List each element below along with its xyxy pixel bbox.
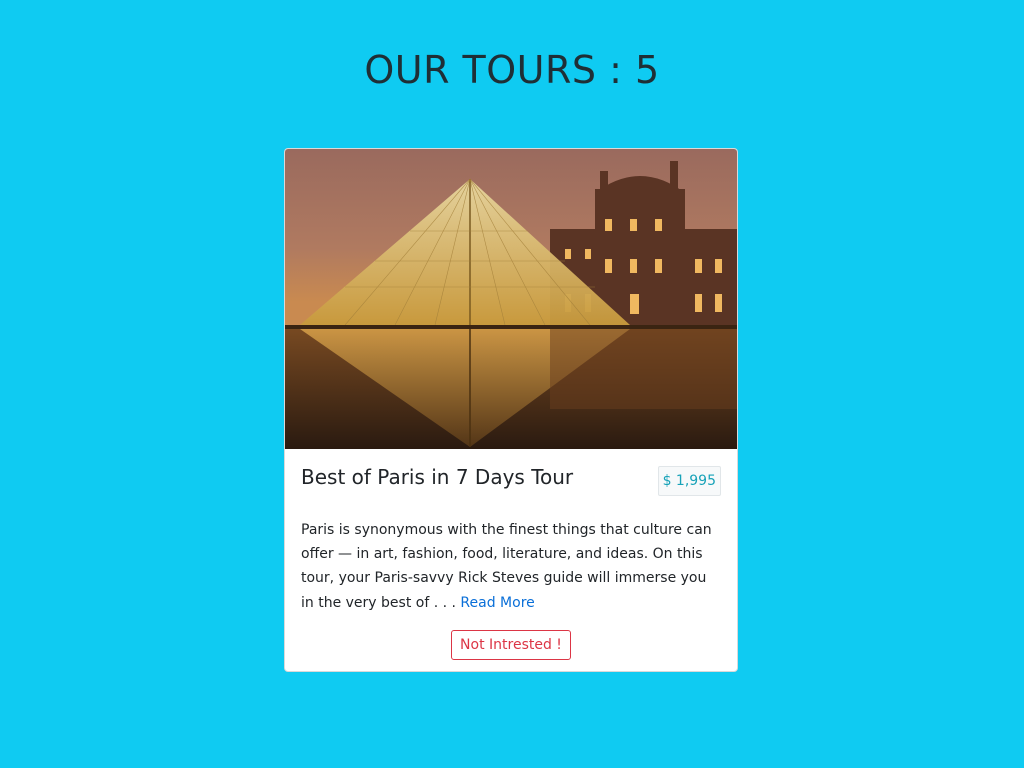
tour-description: Paris is synonymous with the finest thin… bbox=[301, 518, 721, 615]
tour-title: Best of Paris in 7 Days Tour bbox=[301, 465, 574, 489]
page-title: OUR TOURS : 5 bbox=[364, 48, 660, 92]
tour-card: Best of Paris in 7 Days Tour $ 1,995 Par… bbox=[284, 148, 738, 672]
not-interested-button[interactable]: Not Intrested ! bbox=[451, 629, 571, 660]
tour-image bbox=[285, 149, 737, 449]
read-more-link[interactable]: Read More bbox=[460, 595, 534, 611]
tour-price-badge: $ 1,995 bbox=[657, 466, 721, 496]
tour-header: Best of Paris in 7 Days Tour $ 1,995 bbox=[301, 465, 721, 509]
tour-card-body: Best of Paris in 7 Days Tour $ 1,995 Par… bbox=[285, 449, 737, 660]
tour-actions: Not Intrested ! bbox=[301, 629, 721, 660]
